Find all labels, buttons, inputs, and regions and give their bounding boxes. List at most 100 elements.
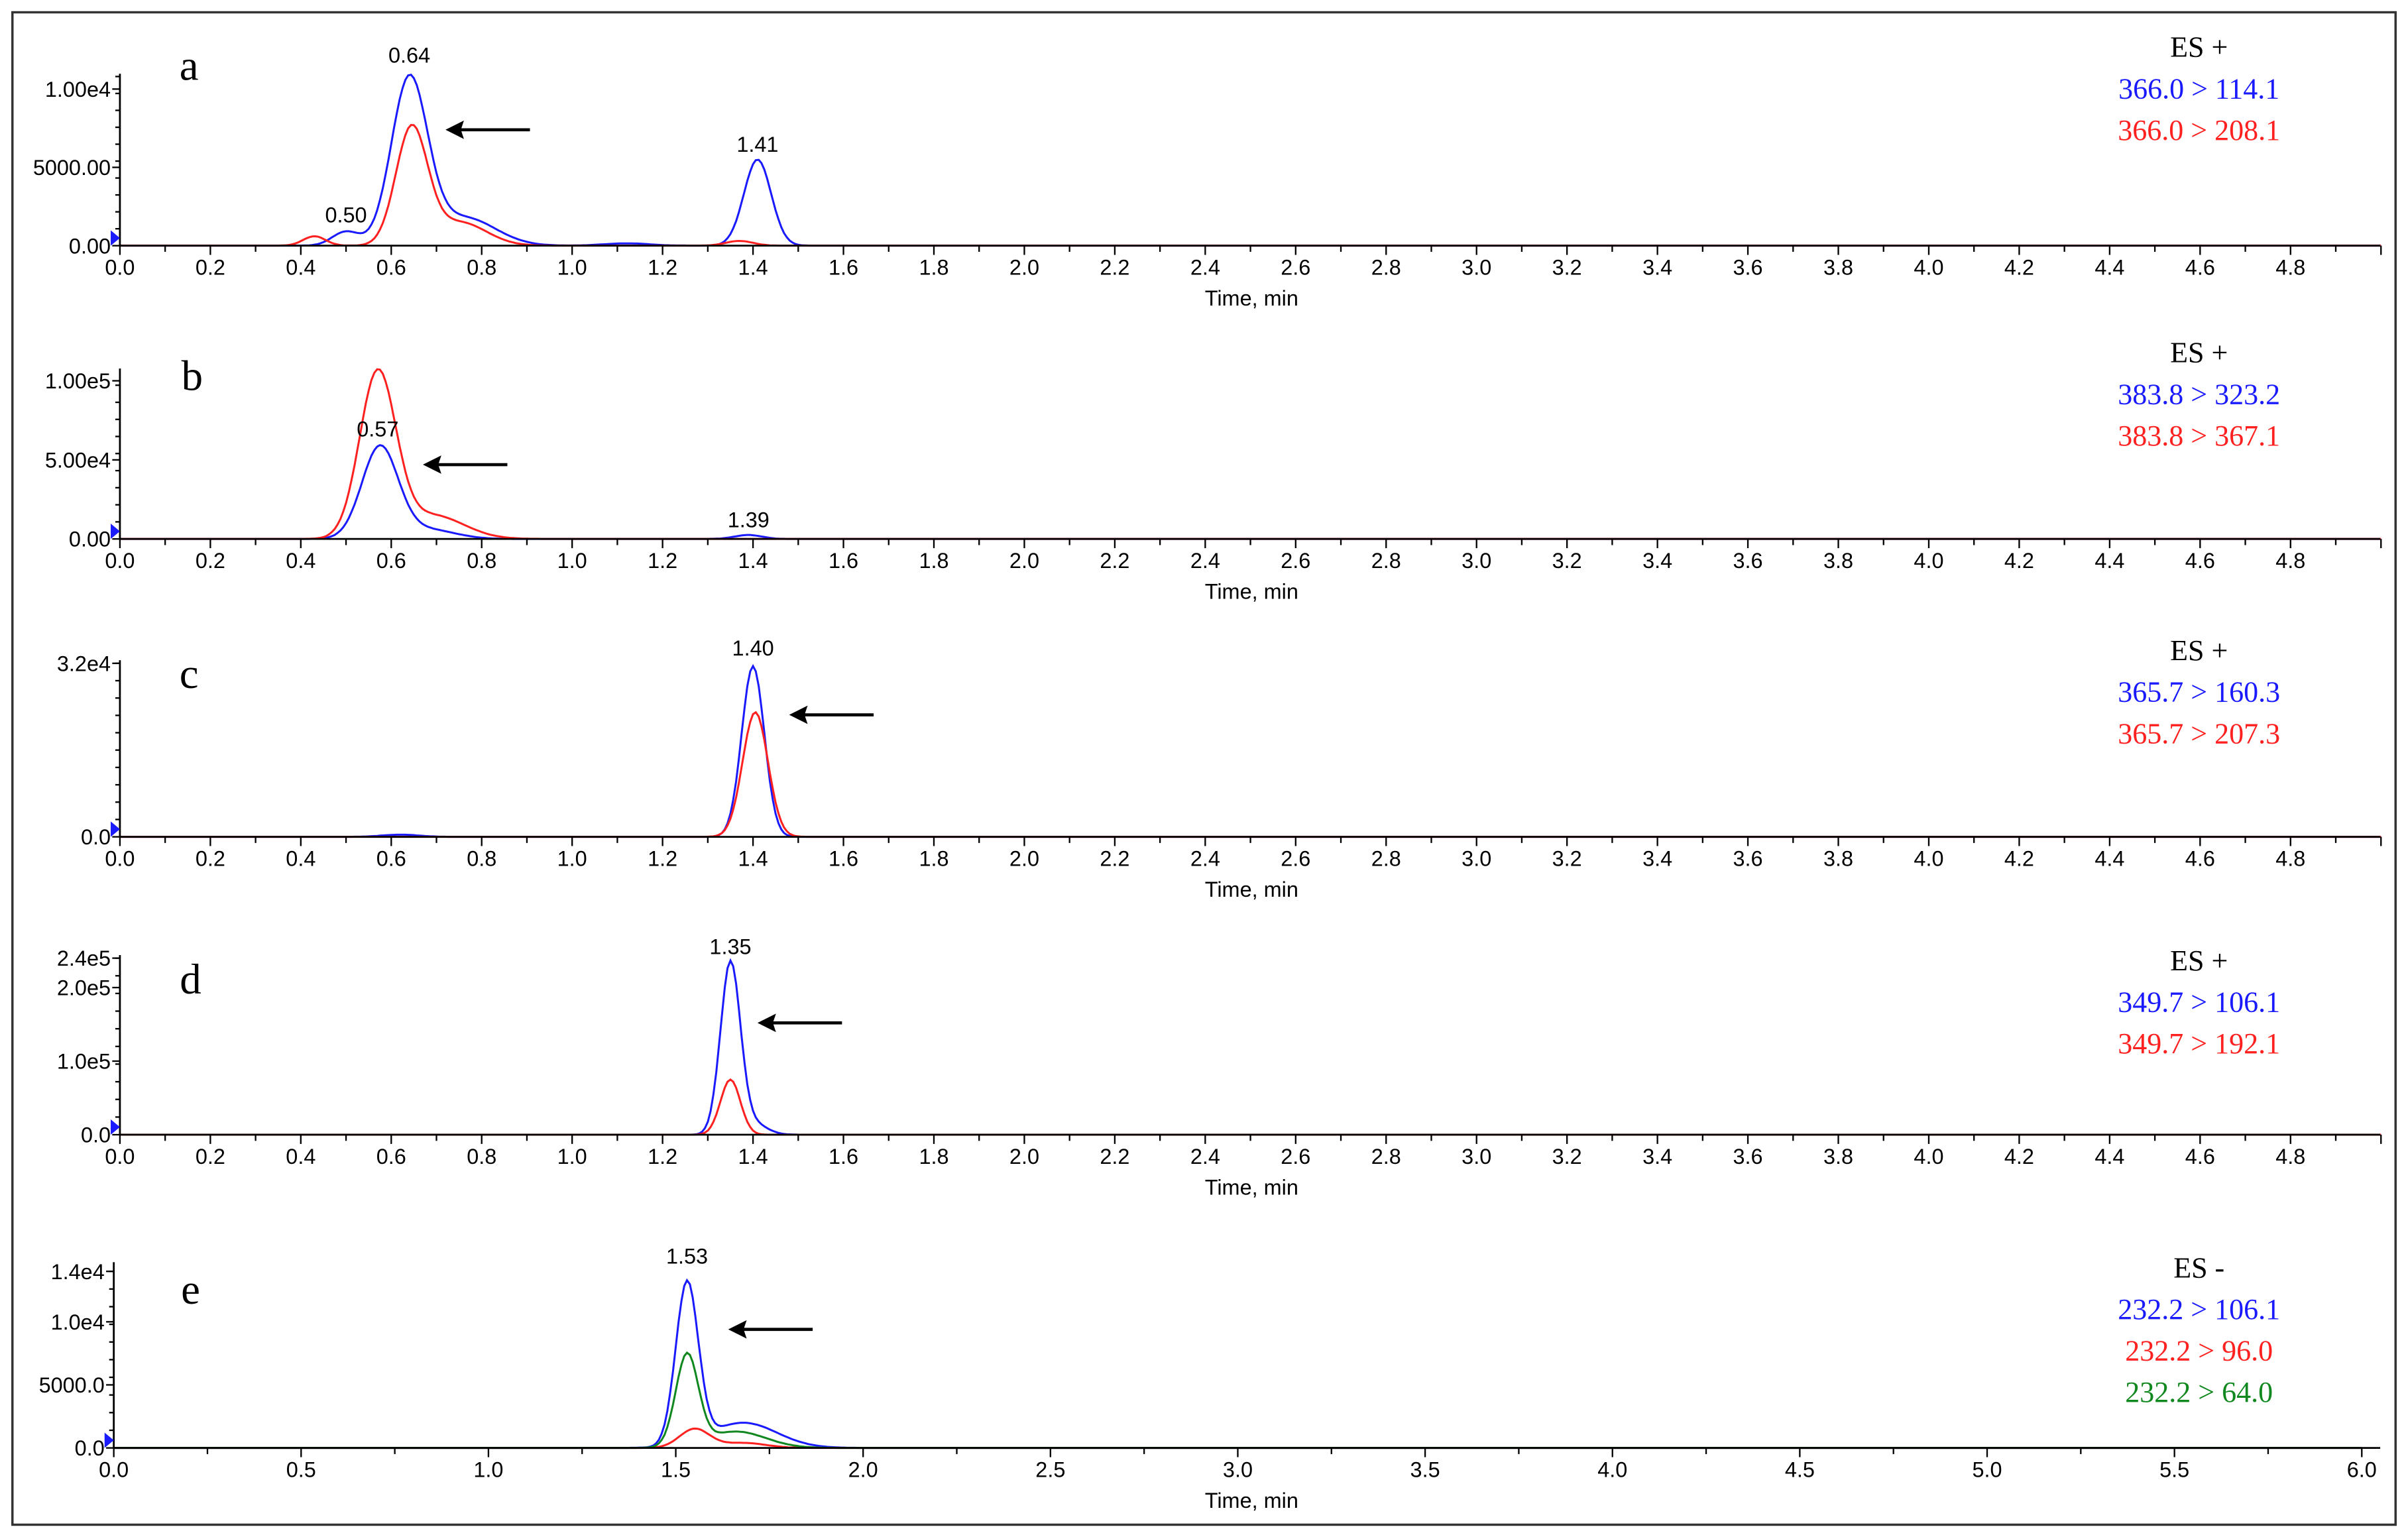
- x-tick-label: 2.8: [1371, 1145, 1401, 1168]
- x-tick-label: 3.8: [1823, 549, 1853, 573]
- x-axis-label: Time, min: [1205, 580, 1298, 604]
- x-tick-label: 3.6: [1733, 549, 1763, 573]
- x-tick-label: 4.0: [1914, 549, 1943, 573]
- x-tick-label: 6.0: [2347, 1458, 2377, 1482]
- x-tick-label: 3.4: [1642, 847, 1672, 871]
- peak-label: 1.39: [728, 508, 770, 532]
- peak-label: 1.35: [709, 935, 751, 959]
- x-tick-label: 4.8: [2275, 549, 2305, 573]
- y-tick-label: 1.00e5: [45, 369, 111, 393]
- peak-label: 1.41: [736, 133, 778, 156]
- x-tick-label: 3.0: [1223, 1458, 1253, 1482]
- x-tick-label: 0.2: [196, 847, 225, 871]
- panel-letter: d: [180, 956, 201, 1003]
- x-tick-label: 4.8: [2275, 847, 2305, 871]
- y-tick-label: 5000.0: [39, 1373, 105, 1397]
- x-tick-label: 4.8: [2275, 256, 2305, 280]
- y-tick-label: 1.00e4: [45, 78, 111, 101]
- ionization-mode: ES +: [2170, 337, 2228, 369]
- x-tick-label: 3.0: [1462, 549, 1491, 573]
- x-tick-label: 3.4: [1642, 256, 1672, 280]
- x-tick-label: 3.0: [1462, 1145, 1491, 1168]
- x-tick-label: 1.0: [557, 1145, 587, 1168]
- x-tick-label: 4.0: [1914, 847, 1943, 871]
- x-tick-label: 2.6: [1281, 256, 1310, 280]
- x-tick-label: 0.0: [105, 1145, 135, 1168]
- x-tick-label: 0.6: [376, 256, 406, 280]
- legend-entry: 366.0 > 208.1: [2118, 114, 2280, 146]
- x-tick-label: 4.6: [2185, 256, 2215, 280]
- x-tick-label: 1.6: [829, 256, 858, 280]
- x-tick-label: 2.4: [1190, 1145, 1220, 1168]
- x-tick-label: 0.8: [467, 847, 496, 871]
- panel-letter: c: [180, 650, 199, 698]
- x-tick-label: 3.8: [1823, 847, 1853, 871]
- panel-letter: e: [181, 1266, 200, 1314]
- x-tick-label: 0.6: [376, 1145, 406, 1168]
- x-tick-label: 3.4: [1642, 549, 1672, 573]
- x-tick-label: 2.2: [1100, 847, 1129, 871]
- x-tick-label: 0.6: [376, 847, 406, 871]
- legend-entry: 232.2 > 96.0: [2125, 1335, 2273, 1367]
- x-tick-label: 0.4: [286, 847, 315, 871]
- x-tick-label: 1.4: [738, 256, 768, 280]
- x-tick-label: 1.8: [919, 256, 948, 280]
- x-tick-label: 0.0: [105, 847, 135, 871]
- x-tick-label: 1.0: [473, 1458, 503, 1482]
- legend-entry: 365.7 > 160.3: [2118, 676, 2280, 709]
- x-tick-label: 2.6: [1281, 847, 1310, 871]
- x-tick-label: 2.2: [1100, 549, 1129, 573]
- x-tick-label: 3.8: [1823, 256, 1853, 280]
- legend-entry: 366.0 > 114.1: [2118, 72, 2279, 105]
- x-tick-label: 4.5: [1785, 1458, 1815, 1482]
- x-axis-label: Time, min: [1205, 1175, 1298, 1199]
- x-tick-label: 4.6: [2185, 1145, 2215, 1168]
- x-tick-label: 1.6: [829, 1145, 858, 1168]
- peak-label: 0.64: [388, 43, 430, 67]
- x-tick-label: 2.2: [1100, 256, 1129, 280]
- legend-entry: 365.7 > 207.3: [2118, 717, 2280, 750]
- figure-frame: [11, 11, 2397, 1526]
- x-tick-label: 1.2: [648, 847, 677, 871]
- x-tick-label: 3.0: [1462, 847, 1491, 871]
- x-tick-label: 0.0: [99, 1458, 129, 1482]
- y-tick-label: 5000.00: [33, 156, 111, 180]
- x-tick-label: 2.6: [1281, 1145, 1310, 1168]
- peak-label: 0.50: [325, 203, 367, 227]
- x-tick-label: 0.8: [467, 1145, 496, 1168]
- x-tick-label: 2.0: [1009, 256, 1039, 280]
- legend-entry: 349.7 > 106.1: [2118, 986, 2280, 1019]
- y-tick-label: 3.2e4: [57, 652, 111, 675]
- x-tick-label: 0.0: [105, 256, 135, 280]
- x-tick-label: 1.0: [557, 549, 587, 573]
- x-tick-label: 3.6: [1733, 256, 1763, 280]
- x-tick-label: 3.6: [1733, 847, 1763, 871]
- peak-label: 1.40: [732, 636, 774, 660]
- x-tick-label: 3.2: [1552, 256, 1582, 280]
- ionization-mode: ES +: [2170, 944, 2228, 977]
- x-tick-label: 3.8: [1823, 1145, 1853, 1168]
- x-tick-label: 4.2: [2004, 847, 2034, 871]
- x-tick-label: 2.2: [1100, 1145, 1129, 1168]
- ionization-mode: ES +: [2170, 31, 2228, 64]
- y-tick-label: 0.00: [69, 528, 111, 551]
- y-tick-label: 0.0: [75, 1436, 105, 1460]
- y-tick-label: 2.0e5: [57, 976, 111, 1000]
- x-tick-label: 1.5: [661, 1458, 691, 1482]
- x-tick-label: 1.4: [738, 549, 768, 573]
- y-tick-label: 1.0e5: [57, 1050, 111, 1074]
- x-tick-label: 0.2: [196, 256, 225, 280]
- x-tick-label: 1.8: [919, 549, 948, 573]
- peak-label: 0.57: [357, 417, 398, 441]
- x-tick-label: 0.2: [196, 1145, 225, 1168]
- x-tick-label: 3.2: [1552, 847, 1582, 871]
- x-tick-label: 4.4: [2094, 549, 2124, 573]
- y-tick-label: 2.4e5: [57, 946, 111, 970]
- x-tick-label: 2.4: [1190, 549, 1220, 573]
- x-tick-label: 4.0: [1914, 256, 1943, 280]
- x-tick-label: 2.6: [1281, 549, 1310, 573]
- ionization-mode: ES +: [2170, 634, 2228, 667]
- x-tick-label: 4.8: [2275, 1145, 2305, 1168]
- x-tick-label: 4.4: [2094, 847, 2124, 871]
- x-tick-label: 1.2: [648, 549, 677, 573]
